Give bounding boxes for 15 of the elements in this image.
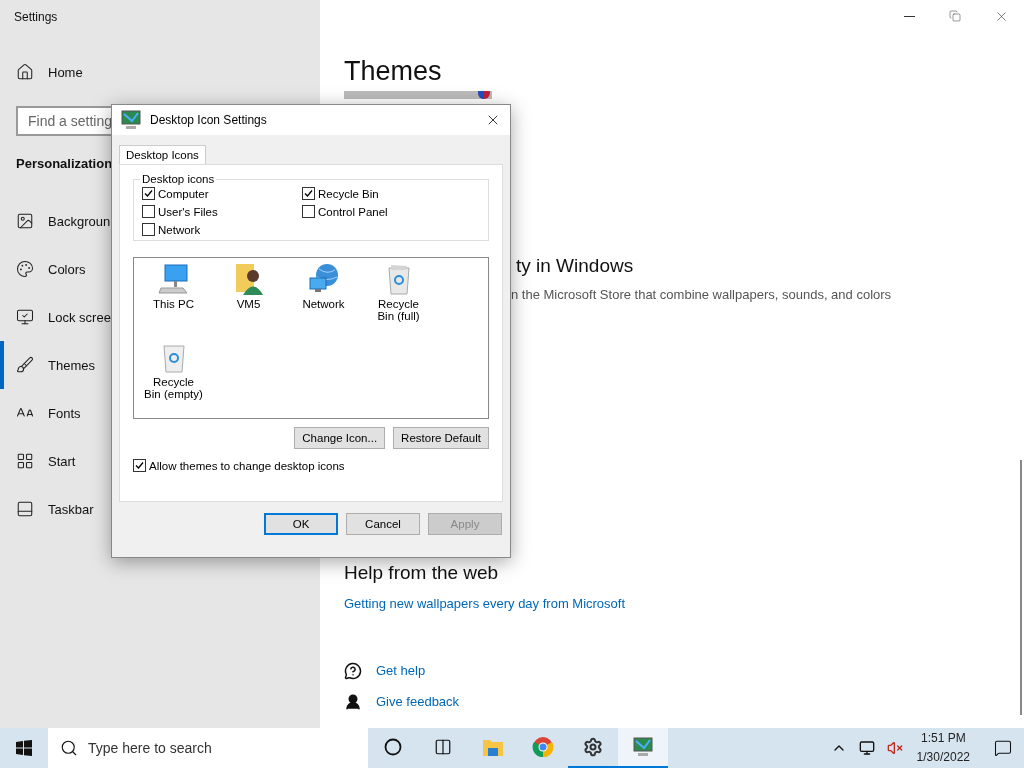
dialog-title: Desktop Icon Settings [150,113,267,127]
checkbox-label: Computer [158,187,209,200]
checkbox-label: Allow themes to change desktop icons [149,459,345,472]
checkbox-label: Control Panel [318,205,388,218]
checkbox-label: Network [158,223,201,236]
section-heading: Help from the web [344,562,500,584]
page-title: Themes [344,56,443,87]
group-label: Desktop icons [141,173,216,185]
search-placeholder: Type here to search [88,740,212,756]
description-text: n the Microsoft Store that combine wallpapers, sounds, and colors [511,287,893,302]
section-heading: ty in Windows [516,255,635,277]
window-title: Settings [13,9,59,26]
section-title: Personalization [16,156,113,171]
checkbox-label: User's Files [158,205,218,218]
checkbox-label: Recycle Bin [318,187,379,200]
